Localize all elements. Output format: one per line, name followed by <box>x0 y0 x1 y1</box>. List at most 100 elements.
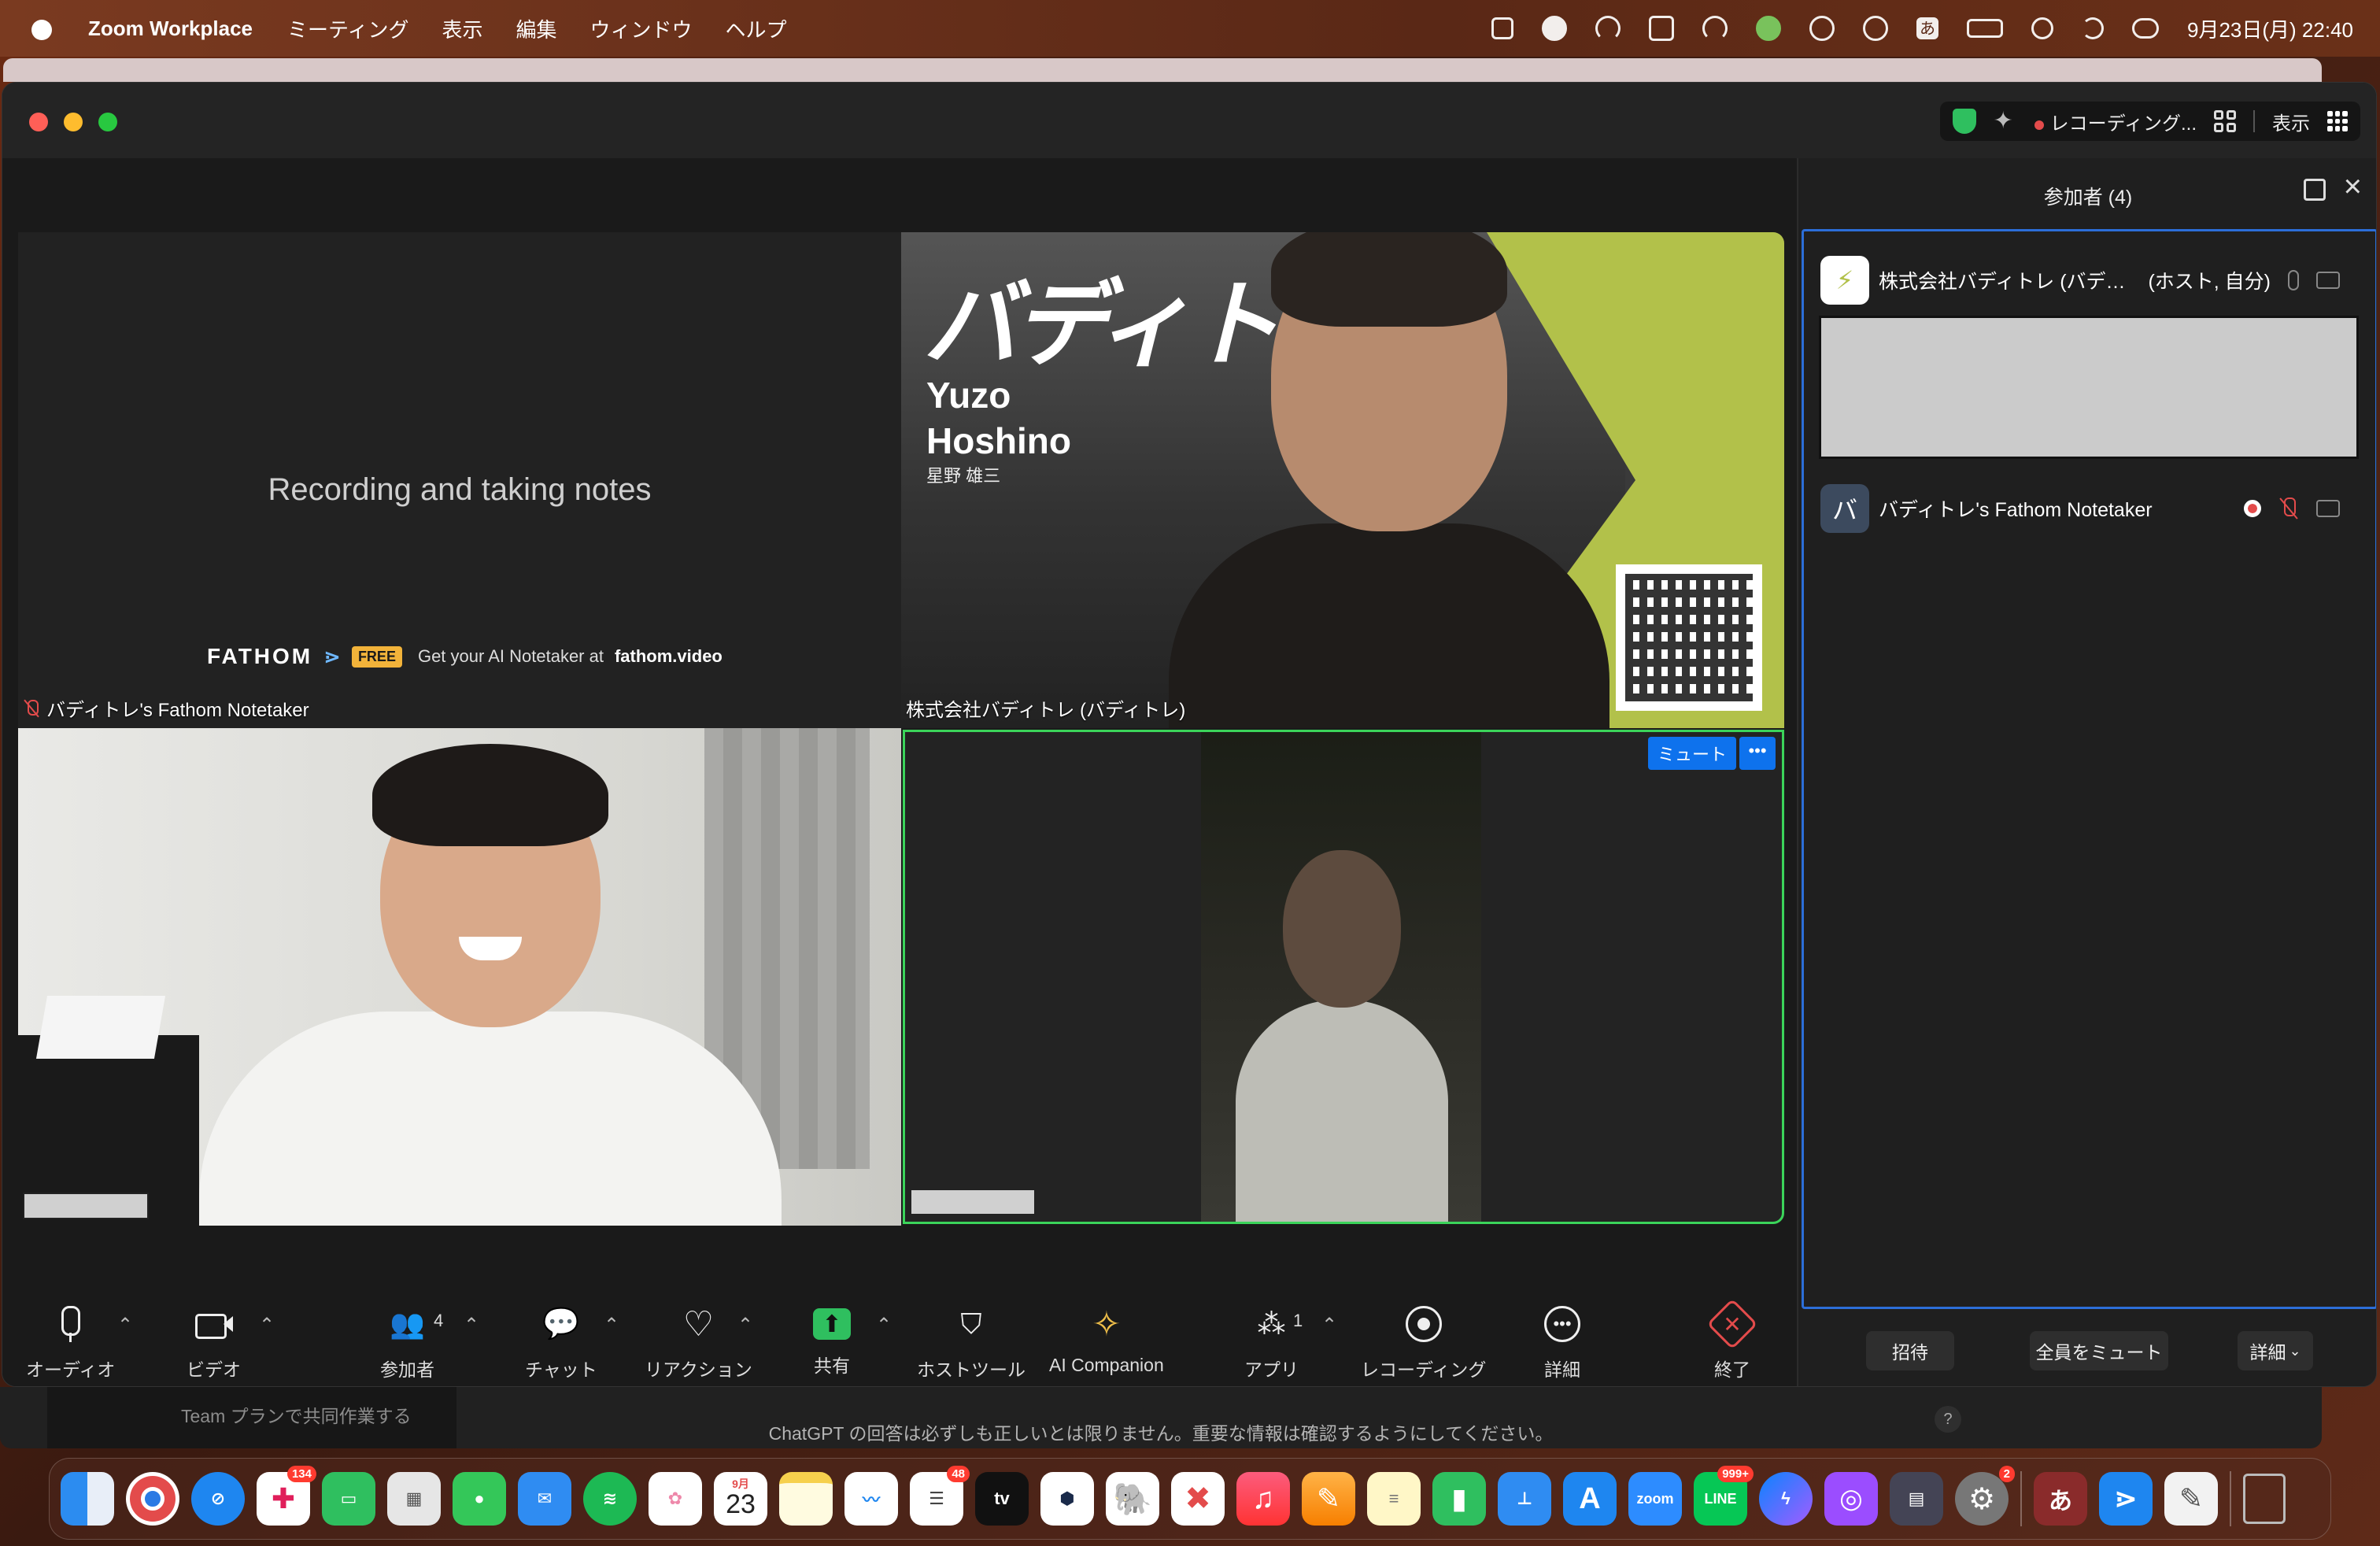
recording-indicator[interactable]: レコーディング... <box>2034 108 2197 135</box>
cursor-app-icon[interactable]: ⬢ <box>1040 1472 1094 1526</box>
input-method-dock-icon[interactable]: あ <box>2034 1472 2087 1526</box>
participant-row-host[interactable]: ⚡ 株式会社バディトレ (バデ… (ホスト, 自分) <box>1820 253 2340 308</box>
control-center-icon[interactable] <box>2132 18 2160 39</box>
circle-status-icon[interactable] <box>1542 16 1568 41</box>
reactions-button[interactable]: ♡ リアクション <box>645 1304 752 1381</box>
calendar-icon[interactable]: 9月 23 <box>714 1472 767 1526</box>
finder-icon[interactable] <box>61 1472 114 1526</box>
reminders-icon[interactable]: ☰ 48 <box>910 1466 970 1526</box>
video-camera-icon[interactable] <box>2316 500 2340 517</box>
popout-icon[interactable] <box>2304 179 2326 201</box>
numbers-icon[interactable]: ▮ <box>1432 1472 1486 1526</box>
menu-help[interactable]: ヘルプ <box>726 14 787 43</box>
keynote-icon[interactable]: ⊥ <box>1498 1472 1551 1526</box>
end-meeting-button[interactable]: ✕ 終了 <box>1713 1304 1751 1381</box>
mute-participant-button[interactable]: ミュート <box>1647 737 1736 770</box>
apps-button[interactable]: ⁂ アプリ <box>1244 1304 1299 1381</box>
spotify-icon[interactable]: ≋ <box>583 1472 637 1526</box>
facetime-icon[interactable]: ▭ <box>322 1472 375 1526</box>
app-menu[interactable]: Zoom Workplace <box>88 17 253 41</box>
panel-more-button[interactable]: 詳細 ⌄ <box>2238 1331 2313 1370</box>
music-icon[interactable]: ♫ <box>1236 1472 1290 1526</box>
messenger-icon[interactable]: ϟ <box>1759 1472 1813 1526</box>
participants-button[interactable]: 👥 参加者 <box>380 1304 434 1381</box>
ai-companion-button[interactable]: ✧ AI Companion <box>1049 1304 1164 1376</box>
notes-icon[interactable] <box>779 1472 833 1526</box>
screen-mirror-icon[interactable] <box>1649 16 1675 41</box>
menu-window[interactable]: ウィンドウ <box>590 14 693 43</box>
sync-icon[interactable] <box>1809 16 1835 41</box>
close-panel-icon[interactable]: × <box>2344 171 2362 202</box>
pages-icon[interactable]: ✎ <box>1302 1472 1355 1526</box>
menubar-clock[interactable]: 9月23日(月) 22:40 <box>2187 14 2353 43</box>
reactions-options-caret[interactable]: ⌃ <box>737 1314 753 1337</box>
trash-icon[interactable] <box>2243 1474 2286 1524</box>
chat-button[interactable]: 💬 チャット <box>525 1304 597 1381</box>
spotlight-search-icon[interactable] <box>2031 17 2054 39</box>
video-button[interactable]: ビデオ <box>187 1304 241 1381</box>
tile-more-button[interactable]: ••• <box>1739 737 1776 770</box>
battery-icon[interactable] <box>1967 19 2004 38</box>
video-options-caret[interactable]: ⌃ <box>259 1314 275 1337</box>
video-tile-active-speaker[interactable]: ミュート ••• <box>903 730 1784 1224</box>
invite-button[interactable]: 招待 <box>1866 1331 1954 1370</box>
chat-options-caret[interactable]: ⌃ <box>604 1314 619 1337</box>
microphone-icon[interactable] <box>2288 270 2299 290</box>
view-button[interactable]: 表示 <box>2272 108 2310 135</box>
menu-edit[interactable]: 編集 <box>516 14 556 43</box>
fathom-dock-icon[interactable]: ⋗ <box>2099 1472 2153 1526</box>
audio-options-caret[interactable]: ⌃ <box>117 1314 133 1337</box>
encryption-shield-icon[interactable] <box>1952 109 1976 134</box>
menu-view[interactable]: 表示 <box>442 14 482 43</box>
more-button[interactable]: ••• 詳細 <box>1543 1304 1581 1381</box>
preview-icon[interactable]: ▤ <box>1890 1472 1943 1526</box>
video-tile-host[interactable]: バディトレ Yuzo Hoshino 星野 雄三 株式会社バディトレ (バディト… <box>901 232 1784 728</box>
evernote-icon[interactable]: 🐘 <box>1106 1472 1159 1526</box>
zoom-window-button[interactable] <box>98 113 117 131</box>
headphones-icon[interactable] <box>1702 16 1728 41</box>
video-tile-fathom[interactable]: Recording and taking notes FATHOM ⋗ FREE… <box>18 232 901 728</box>
menu-meeting[interactable]: ミーティング <box>287 14 408 43</box>
input-method-icon[interactable]: あ <box>1916 17 1939 39</box>
chrome-icon[interactable] <box>126 1472 179 1526</box>
video-tile-participant-3[interactable] <box>18 728 901 1226</box>
mute-all-button[interactable]: 全員をミュート <box>2030 1331 2168 1370</box>
line-status-icon[interactable] <box>1756 16 1782 41</box>
help-button[interactable]: ? <box>1935 1406 1961 1433</box>
clipboard-icon[interactable] <box>1491 17 1514 39</box>
podcasts-icon[interactable]: ◎ <box>1824 1472 1878 1526</box>
apple-menu-icon[interactable] <box>30 15 54 42</box>
ai-sparkle-icon[interactable]: ✦ <box>1994 109 2017 133</box>
safari-icon[interactable]: ⊘ <box>191 1472 245 1526</box>
textedit-icon[interactable]: ✎ <box>2164 1472 2218 1526</box>
stickies-icon[interactable]: ≡ <box>1367 1472 1421 1526</box>
wifi-icon[interactable] <box>1595 16 1621 41</box>
share-options-caret[interactable]: ⌃ <box>876 1314 892 1337</box>
participant-row-fathom[interactable]: バ バディトレ's Fathom Notetaker <box>1820 481 2340 536</box>
messages-icon[interactable]: ● <box>453 1472 506 1526</box>
slack-icon[interactable]: ✚ 134 <box>257 1466 316 1526</box>
recording-button[interactable]: レコーディング <box>1361 1304 1486 1381</box>
photos-icon[interactable]: ✿ <box>649 1472 702 1526</box>
view-grid-icon[interactable] <box>2327 111 2348 131</box>
minimize-window-button[interactable] <box>64 113 83 131</box>
system-settings-icon[interactable]: ⚙ 2 <box>1955 1466 2015 1526</box>
zoom-icon[interactable]: zoom <box>1628 1472 1682 1526</box>
play-icon[interactable] <box>1863 16 1889 41</box>
launchpad-icon[interactable]: ▦ <box>387 1472 441 1526</box>
focus-moon-icon[interactable] <box>2082 17 2105 39</box>
close-window-button[interactable] <box>29 113 48 131</box>
participants-options-caret[interactable]: ⌃ <box>464 1314 479 1337</box>
host-tools-button[interactable]: ⛉ ホストツール <box>917 1304 1026 1381</box>
share-button[interactable]: ⬆ 共有 <box>813 1304 851 1378</box>
mail-icon[interactable]: ✉ <box>518 1472 571 1526</box>
line-icon[interactable]: LINE 999+ <box>1694 1466 1754 1526</box>
apple-tv-icon[interactable]: tv <box>975 1472 1029 1526</box>
apps-options-caret[interactable]: ⌃ <box>1321 1314 1337 1337</box>
video-camera-icon[interactable] <box>2316 272 2340 289</box>
gallery-grid-icon[interactable] <box>2214 110 2236 132</box>
xmind-icon[interactable]: ✖ <box>1171 1472 1225 1526</box>
mic-muted-icon[interactable] <box>2278 497 2299 520</box>
freeform-icon[interactable]: 〰 <box>844 1472 898 1526</box>
audio-button[interactable]: オーディオ <box>26 1304 115 1381</box>
